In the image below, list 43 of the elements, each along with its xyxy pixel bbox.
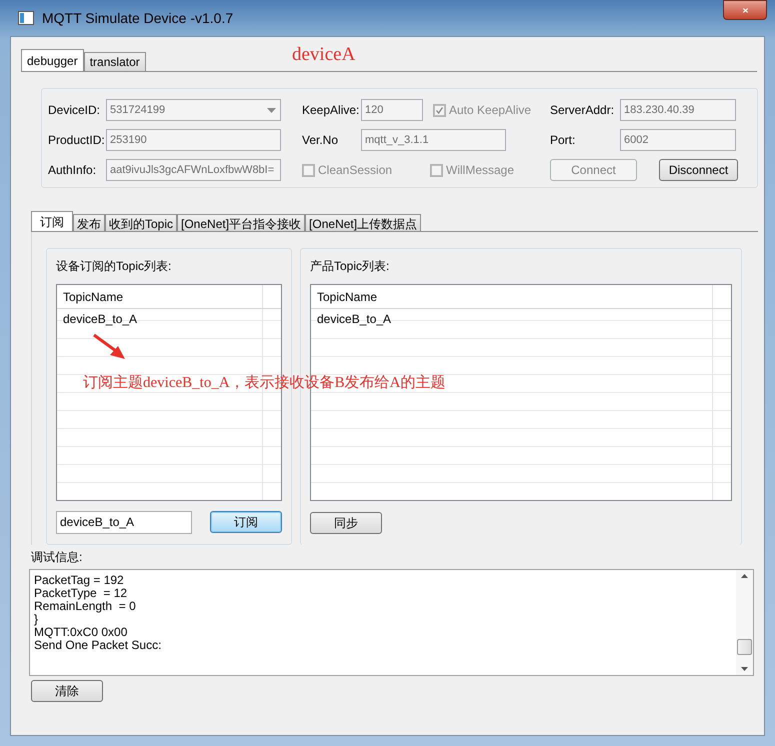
caret-icon bbox=[267, 108, 276, 112]
group-title: 产品Topic列表: bbox=[310, 258, 390, 275]
window-title: MQTT Simulate Device -v1.0.7 bbox=[42, 10, 234, 26]
log-line: PacketTag = 192 bbox=[34, 574, 125, 587]
tab[interactable]: debugger bbox=[21, 49, 84, 71]
field-label: ServerAddr: bbox=[550, 103, 616, 117]
log-line: Send One Packet Succ: bbox=[34, 639, 162, 652]
close-icon bbox=[740, 8, 750, 12]
field-label: Port: bbox=[550, 133, 576, 147]
app-icon bbox=[18, 11, 34, 25]
close-button[interactable] bbox=[723, 0, 767, 20]
tab[interactable]: translator bbox=[84, 52, 146, 71]
down-arrow-icon bbox=[741, 667, 748, 671]
tab[interactable]: [OneNet]平台指令接收 bbox=[177, 214, 306, 231]
field-label: AuthInfo: bbox=[48, 163, 98, 177]
scrollbar[interactable] bbox=[736, 570, 753, 675]
tab[interactable]: [OneNet]上传数据点 bbox=[305, 214, 422, 231]
annotation-text: deviceA bbox=[292, 44, 356, 66]
column-header[interactable]: TopicName bbox=[57, 284, 263, 308]
button[interactable]: Disconnect bbox=[659, 159, 738, 181]
field-label: ProductID: bbox=[48, 133, 106, 147]
log-line: PacketType = 12 bbox=[34, 587, 128, 600]
tab[interactable]: 订阅 bbox=[31, 211, 73, 231]
log-line: } bbox=[34, 613, 38, 626]
table-cell[interactable]: deviceB_to_A bbox=[311, 308, 731, 327]
annotation-arrow bbox=[92, 333, 128, 361]
field-label: DeviceID: bbox=[48, 103, 102, 117]
log-line: RemainLength = 0 bbox=[34, 600, 137, 613]
input-field[interactable]: deviceB_to_A bbox=[56, 510, 192, 534]
log-line: MQTT:0xC0 0x00 bbox=[34, 626, 128, 639]
section-label: 调试信息: bbox=[31, 549, 84, 566]
scroll-thumb[interactable] bbox=[737, 639, 752, 655]
tab[interactable]: 发布 bbox=[73, 214, 105, 231]
field-label: KeepAlive: bbox=[302, 103, 360, 117]
column-header[interactable]: TopicName bbox=[311, 284, 713, 308]
field-label: Ver.No bbox=[302, 133, 340, 147]
button[interactable]: 清除 bbox=[31, 680, 103, 702]
tab[interactable]: 收到的Topic bbox=[105, 214, 178, 231]
up-arrow-icon bbox=[741, 574, 748, 578]
group-title: 设备订阅的Topic列表: bbox=[56, 258, 172, 275]
button[interactable]: 同步 bbox=[310, 512, 382, 534]
table-cell[interactable]: deviceB_to_A bbox=[57, 308, 281, 327]
button[interactable]: 订阅 bbox=[210, 511, 282, 534]
